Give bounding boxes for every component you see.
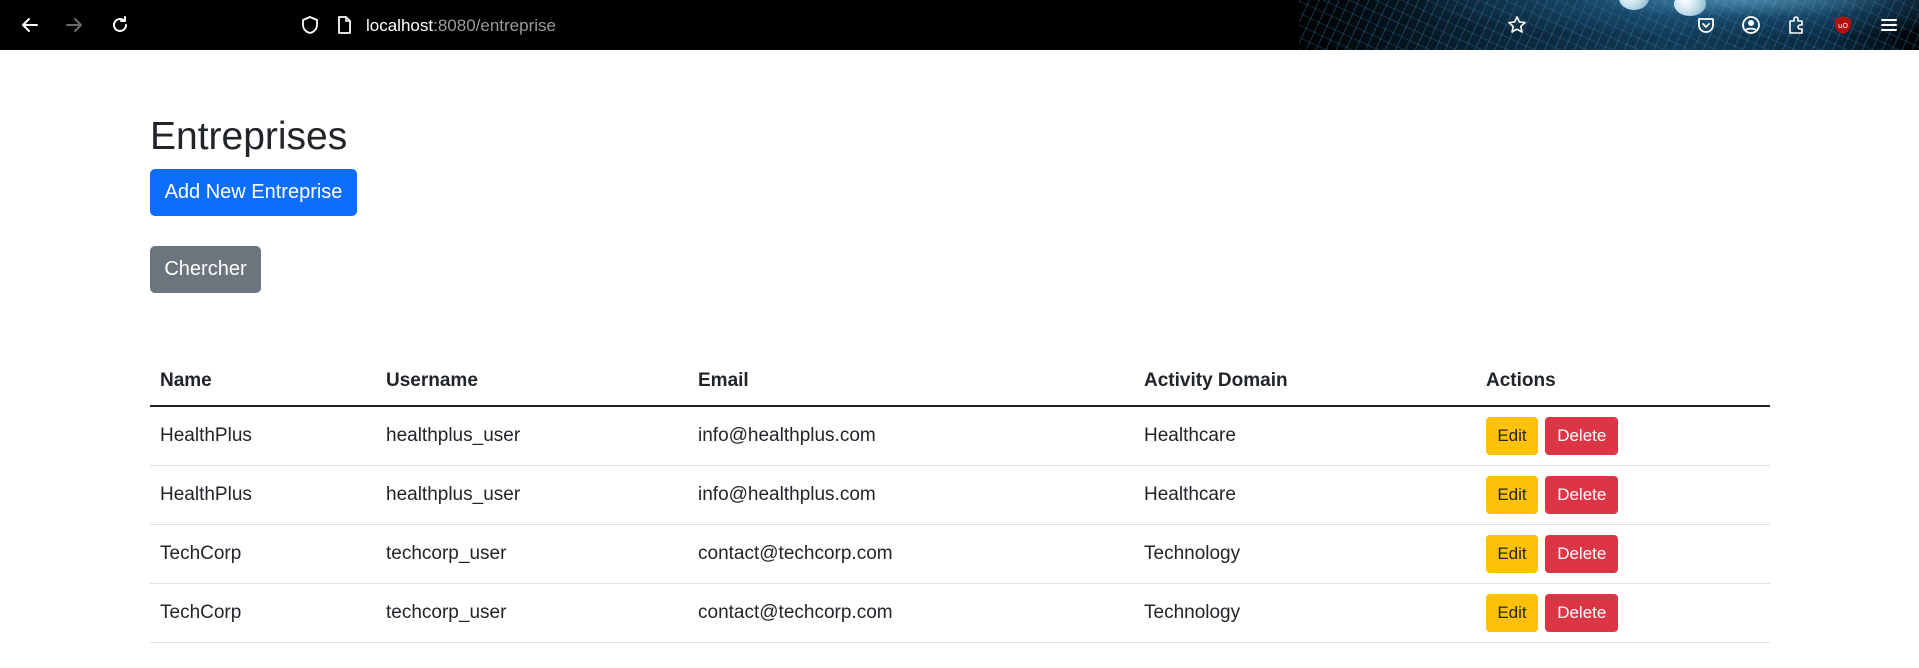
cell-name: HealthPlus bbox=[150, 406, 376, 466]
cell-email: contact@techcorp.com bbox=[688, 583, 1134, 643]
table-header-row: Name Username Email Activity Domain Acti… bbox=[150, 356, 1770, 407]
page-title: Entreprises bbox=[150, 115, 348, 158]
pocket-icon[interactable] bbox=[1694, 13, 1718, 37]
table-row: TechCorp techcorp_user contact@techcorp.… bbox=[150, 524, 1770, 584]
cell-activity-domain: Healthcare bbox=[1134, 465, 1476, 525]
add-entreprise-button[interactable]: Add New Entreprise bbox=[150, 169, 357, 216]
edit-button[interactable]: Edit bbox=[1486, 535, 1538, 573]
extensions-icon[interactable] bbox=[1784, 13, 1808, 37]
table-row: HealthPlus healthplus_user info@healthpl… bbox=[150, 465, 1770, 525]
url-path: :8080/entreprise bbox=[433, 16, 556, 35]
table-row: TechCorp techcorp_user contact@techcorp.… bbox=[150, 583, 1770, 643]
cell-name: HealthPlus bbox=[150, 465, 376, 525]
delete-button[interactable]: Delete bbox=[1545, 417, 1619, 455]
column-header-actions: Actions bbox=[1476, 356, 1770, 407]
cell-name: TechCorp bbox=[150, 524, 376, 584]
shield-icon[interactable] bbox=[298, 13, 322, 37]
back-arrow-icon[interactable] bbox=[18, 13, 42, 37]
cell-email: contact@techcorp.com bbox=[688, 524, 1134, 584]
cell-activity-domain: Technology bbox=[1134, 583, 1476, 643]
column-header-username: Username bbox=[376, 356, 688, 407]
cell-actions: Edit Delete bbox=[1476, 524, 1770, 584]
ublock-icon[interactable]: uO bbox=[1831, 13, 1855, 37]
cell-username: healthplus_user bbox=[376, 406, 688, 466]
cell-email: info@healthplus.com bbox=[688, 406, 1134, 466]
reload-icon[interactable] bbox=[108, 13, 132, 37]
cell-username: healthplus_user bbox=[376, 465, 688, 525]
delete-button[interactable]: Delete bbox=[1545, 476, 1619, 514]
forward-arrow-icon[interactable] bbox=[62, 13, 86, 37]
cell-email: info@healthplus.com bbox=[688, 465, 1134, 525]
account-icon[interactable] bbox=[1739, 13, 1763, 37]
column-header-email: Email bbox=[688, 356, 1134, 407]
table-row: HealthPlus healthplus_user info@healthpl… bbox=[150, 406, 1770, 466]
svg-text:uO: uO bbox=[1838, 22, 1848, 30]
column-header-activity-domain: Activity Domain bbox=[1134, 356, 1476, 407]
url-host: localhost bbox=[366, 16, 434, 35]
delete-button[interactable]: Delete bbox=[1545, 594, 1619, 632]
cell-actions: Edit Delete bbox=[1476, 465, 1770, 525]
theme-background bbox=[1299, 0, 1919, 50]
theme-orb bbox=[1619, 0, 1649, 10]
edit-button[interactable]: Edit bbox=[1486, 417, 1538, 455]
page-icon bbox=[332, 13, 356, 37]
address-bar[interactable]: localhost:8080/entreprise bbox=[366, 15, 556, 37]
edit-button[interactable]: Edit bbox=[1486, 594, 1538, 632]
browser-toolbar: localhost:8080/entreprise uO bbox=[0, 0, 1919, 50]
bookmark-star-icon[interactable] bbox=[1505, 13, 1529, 37]
cell-activity-domain: Technology bbox=[1134, 524, 1476, 584]
cell-username: techcorp_user bbox=[376, 583, 688, 643]
cell-username: techcorp_user bbox=[376, 524, 688, 584]
menu-icon[interactable] bbox=[1877, 13, 1901, 37]
edit-button[interactable]: Edit bbox=[1486, 476, 1538, 514]
cell-actions: Edit Delete bbox=[1476, 583, 1770, 643]
delete-button[interactable]: Delete bbox=[1545, 535, 1619, 573]
cell-actions: Edit Delete bbox=[1476, 406, 1770, 466]
cell-activity-domain: Healthcare bbox=[1134, 406, 1476, 466]
search-button[interactable]: Chercher bbox=[150, 246, 261, 293]
column-header-name: Name bbox=[150, 356, 376, 407]
cell-name: TechCorp bbox=[150, 583, 376, 643]
entreprises-table: Name Username Email Activity Domain Acti… bbox=[150, 356, 1770, 643]
